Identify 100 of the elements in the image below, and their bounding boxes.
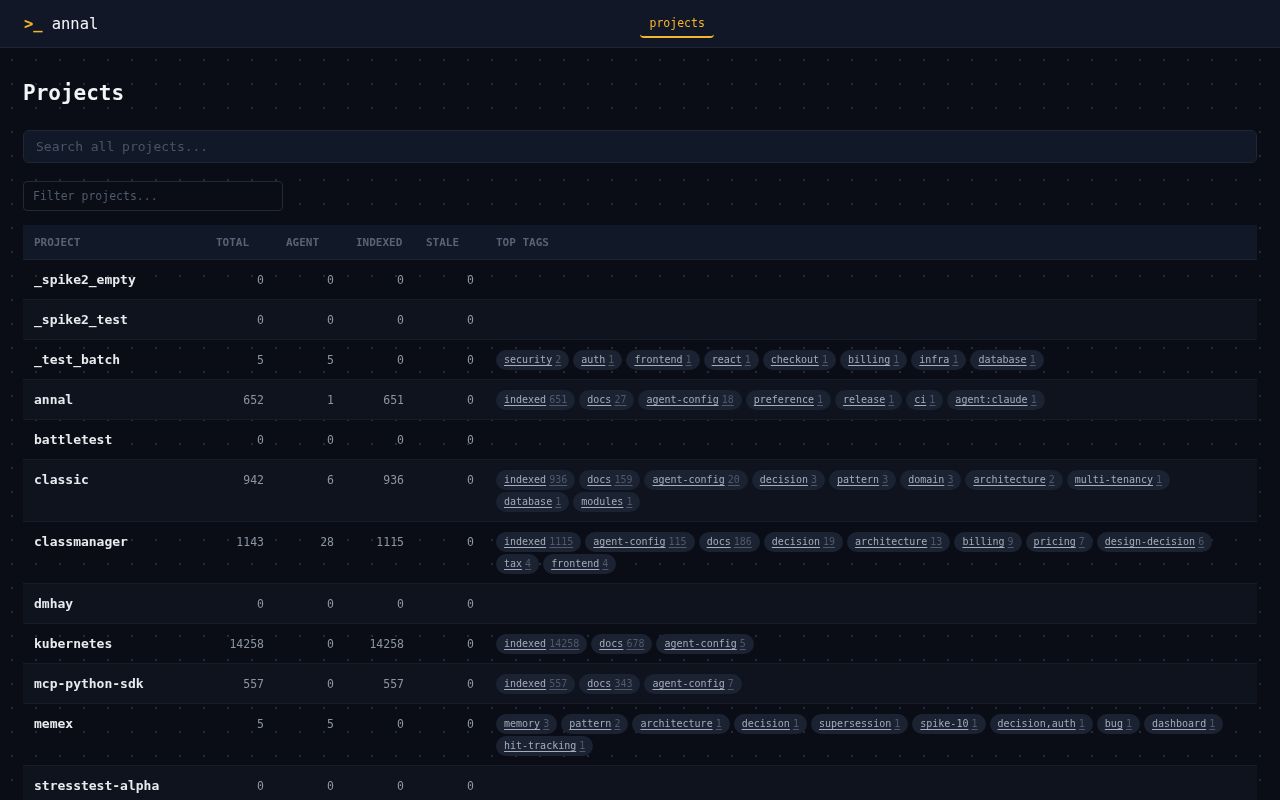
count-value: 0 xyxy=(327,313,334,327)
tag-chip[interactable]: agent-config 115 xyxy=(585,532,695,552)
count-value: 0 xyxy=(467,535,474,549)
tag-chip[interactable]: security 2 xyxy=(496,350,570,370)
project-name[interactable]: classmanager xyxy=(34,534,128,549)
count-value: 5 xyxy=(257,717,264,731)
project-name[interactable]: battletest xyxy=(34,432,113,447)
count-value: 0 xyxy=(397,353,404,367)
count-value: 5 xyxy=(257,353,264,367)
page-title: Projects xyxy=(23,80,126,106)
project-name[interactable]: classic xyxy=(34,472,89,487)
project-name[interactable]: _spike2_test xyxy=(34,312,128,327)
tag-chip[interactable]: decision 3 xyxy=(751,470,825,490)
project-name[interactable]: mcp-python-sdk xyxy=(34,676,144,691)
count-value: 0 xyxy=(467,597,474,611)
tag-chip[interactable]: docs 343 xyxy=(579,674,641,694)
tag-chip[interactable]: spike-10 1 xyxy=(912,714,986,734)
tag-chip[interactable]: decision,auth 1 xyxy=(989,714,1093,734)
count-value: 0 xyxy=(467,433,474,447)
tag-chip[interactable]: dashboard 1 xyxy=(1143,714,1224,734)
tag-chip[interactable]: design-decision 6 xyxy=(1096,532,1213,552)
count-value: 0 xyxy=(257,313,264,327)
search-field[interactable]: Search all projects... xyxy=(23,130,1257,163)
tag-chip[interactable]: agent-config 7 xyxy=(644,674,742,694)
project-name[interactable]: dmhay xyxy=(34,596,74,611)
count-value: 0 xyxy=(397,433,404,447)
logo-prompt: >_ xyxy=(24,13,43,34)
tag-chip[interactable]: supersession 1 xyxy=(810,714,909,734)
tag-chip[interactable]: agent-config 20 xyxy=(644,470,748,490)
count-value: 1115 xyxy=(376,535,404,549)
count-value: 0 xyxy=(327,779,334,793)
tag-chip[interactable]: release 1 xyxy=(835,390,903,410)
tag-chip[interactable]: domain 3 xyxy=(900,470,962,490)
count-value: 14258 xyxy=(229,637,264,651)
tag-chip[interactable]: decision 19 xyxy=(763,532,844,552)
tag-chip[interactable]: memory 3 xyxy=(496,714,558,734)
tag-chip[interactable]: architecture 2 xyxy=(965,470,1063,490)
tag-chip[interactable]: react 1 xyxy=(703,350,759,370)
count-value: 1143 xyxy=(236,535,264,549)
count-value: 0 xyxy=(397,597,404,611)
project-name[interactable]: kubernetes xyxy=(34,636,113,651)
column-header: AGENT xyxy=(275,225,345,260)
count-value: 557 xyxy=(383,677,404,691)
tag-chip[interactable]: indexed 651 xyxy=(496,390,576,410)
project-name[interactable]: _spike2_empty xyxy=(34,272,136,287)
tag-chip[interactable]: infra 1 xyxy=(911,350,967,370)
count-value: 0 xyxy=(327,273,334,287)
project-name[interactable]: annal xyxy=(34,392,74,407)
count-value: 0 xyxy=(467,717,474,731)
tag-chip[interactable]: pattern 3 xyxy=(829,470,897,490)
count-value: 0 xyxy=(467,779,474,793)
tag-chip[interactable]: billing 9 xyxy=(954,532,1022,552)
tag-chip[interactable]: agent-config 5 xyxy=(656,634,754,654)
project-name[interactable]: stresstest-alpha xyxy=(34,778,160,793)
count-value: 0 xyxy=(467,353,474,367)
tag-chip[interactable]: indexed 557 xyxy=(496,674,576,694)
tag-chip[interactable]: indexed 936 xyxy=(496,470,576,490)
count-value: 0 xyxy=(397,273,404,287)
app-name: annal xyxy=(51,13,99,34)
tag-chip[interactable]: frontend 4 xyxy=(543,554,617,574)
tag-chip[interactable]: auth 1 xyxy=(573,350,623,370)
tag-chip[interactable]: database 1 xyxy=(970,350,1044,370)
tag-chip[interactable]: docs 27 xyxy=(579,390,635,410)
nav-tab[interactable]: projects xyxy=(640,9,714,38)
tag-chip[interactable]: tax 4 xyxy=(496,554,540,574)
count-value: 936 xyxy=(383,473,404,487)
count-value: 942 xyxy=(243,473,264,487)
count-value: 0 xyxy=(327,637,334,651)
count-value: 0 xyxy=(257,779,264,793)
count-value: 28 xyxy=(320,535,334,549)
tag-chip[interactable]: docs 186 xyxy=(698,532,760,552)
count-value: 652 xyxy=(243,393,264,407)
tag-chip[interactable]: database 1 xyxy=(496,492,570,512)
tag-chip[interactable]: indexed 14258 xyxy=(496,634,588,654)
tag-chip[interactable]: checkout 1 xyxy=(762,350,837,370)
tag-chip[interactable]: docs 159 xyxy=(579,470,641,490)
tag-chip[interactable]: architecture 13 xyxy=(847,532,951,552)
tag-chip[interactable]: modules 1 xyxy=(573,492,641,512)
count-value: 1 xyxy=(327,393,334,407)
tag-chip[interactable]: billing 1 xyxy=(840,350,908,370)
filter-field[interactable]: Filter projects... xyxy=(23,181,283,211)
count-value: 0 xyxy=(467,473,474,487)
tag-chip[interactable]: multi-tenancy 1 xyxy=(1066,470,1171,490)
tag-chip[interactable]: agent:claude 1 xyxy=(947,390,1045,410)
count-value: 0 xyxy=(327,433,334,447)
tag-chip[interactable]: frontend 1 xyxy=(626,350,700,370)
tag-chip[interactable]: pricing 7 xyxy=(1025,532,1093,552)
tag-chip[interactable]: hit-tracking 1 xyxy=(496,736,594,756)
tag-chip[interactable]: pattern 2 xyxy=(561,714,629,734)
tag-chip[interactable]: bug 1 xyxy=(1096,714,1140,734)
tag-chip[interactable]: agent-config 18 xyxy=(638,390,742,410)
project-name[interactable]: _test_batch xyxy=(34,352,121,367)
project-name[interactable]: memex xyxy=(34,716,74,731)
tag-chip[interactable]: docs 678 xyxy=(591,634,653,654)
tag-chip[interactable]: decision 1 xyxy=(733,714,807,734)
tag-chip[interactable]: ci 1 xyxy=(906,390,944,410)
count-value: 0 xyxy=(467,677,474,691)
tag-chip[interactable]: preference 1 xyxy=(745,390,832,410)
tag-chip[interactable]: architecture 1 xyxy=(632,714,730,734)
tag-chip[interactable]: indexed 1115 xyxy=(496,532,582,552)
